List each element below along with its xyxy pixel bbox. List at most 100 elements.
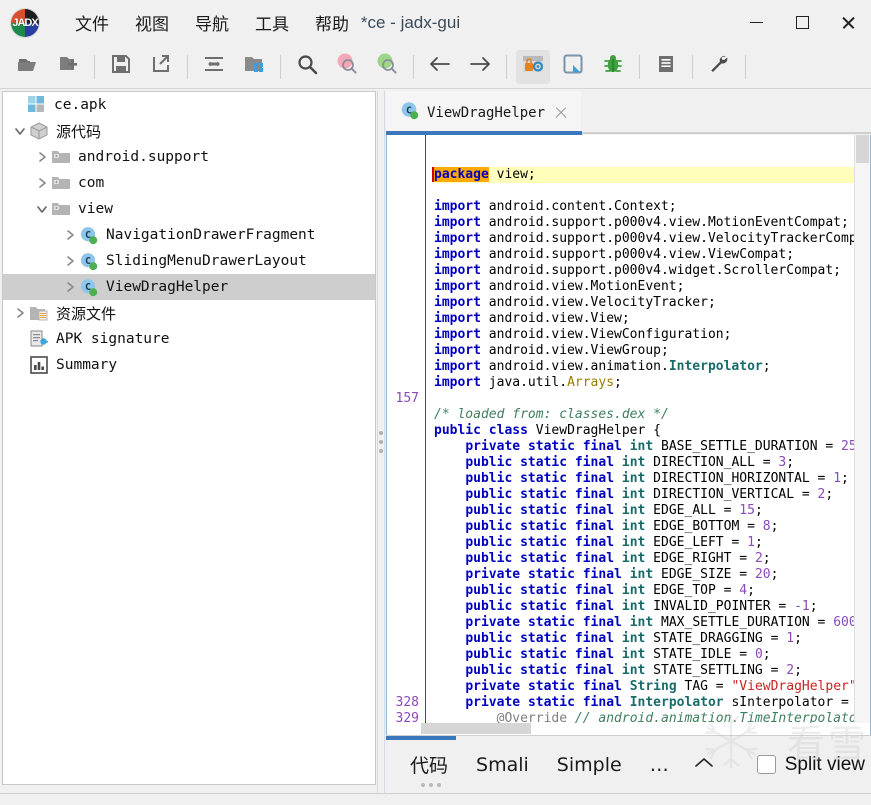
- flat-packages-button[interactable]: [237, 50, 271, 84]
- tree-node-viewdraghelper[interactable]: CViewDragHelper: [3, 274, 375, 300]
- tab-more[interactable]: …: [636, 750, 683, 780]
- open-folder-button[interactable]: [11, 50, 45, 84]
- active-view-indicator: [386, 736, 456, 740]
- menu-view[interactable]: 视图: [122, 6, 182, 39]
- tree-node-label: ViewDragHelper: [106, 279, 228, 295]
- global-search-button[interactable]: [330, 50, 364, 84]
- add-files-button[interactable]: [51, 50, 85, 84]
- flat-packages-icon: [243, 54, 265, 79]
- code-line: public class ViewDragHelper {: [434, 423, 854, 439]
- tab-simple[interactable]: Simple: [543, 750, 636, 780]
- tab-code[interactable]: 代码: [396, 747, 462, 782]
- code-viewer[interactable]: 157328329 package view; import android.c…: [386, 135, 871, 723]
- minimize-icon: [750, 22, 763, 24]
- menu-navigation[interactable]: 导航: [182, 6, 242, 39]
- vertical-scrollbar[interactable]: [854, 135, 870, 723]
- tree-node-view[interactable]: view: [3, 196, 375, 222]
- tree-node-label: android.support: [78, 149, 209, 165]
- tree-node-apk-signature[interactable]: APK signature: [3, 326, 375, 352]
- maximize-button[interactable]: [779, 0, 825, 45]
- tree-node-label: SlidingMenuDrawerLayout: [106, 253, 307, 269]
- code-text[interactable]: package view; import android.content.Con…: [426, 135, 854, 723]
- chevron-down-icon[interactable]: [33, 200, 51, 218]
- find-usage-button[interactable]: [370, 50, 404, 84]
- line-number: [387, 535, 419, 551]
- tree-node-ce.apk[interactable]: ce.apk: [3, 92, 375, 118]
- open-folder-icon: [17, 54, 39, 79]
- line-number: [387, 583, 419, 599]
- resources-icon: [29, 304, 49, 322]
- tree-node--[interactable]: 源代码: [3, 118, 375, 144]
- vertical-scrollbar-thumb[interactable]: [856, 135, 869, 163]
- tree-node-label: NavigationDrawerFragment: [106, 227, 316, 243]
- tree-node-android.support[interactable]: android.support: [3, 144, 375, 170]
- tree-node-com[interactable]: com: [3, 170, 375, 196]
- preferences-button[interactable]: [702, 50, 736, 84]
- horizontal-scrollbar-thumb[interactable]: [421, 723, 531, 734]
- editor-tab-viewdraghelper[interactable]: C ViewDragHelper: [386, 91, 581, 135]
- line-number: [387, 199, 419, 215]
- editor-tab-label: ViewDragHelper: [427, 105, 545, 121]
- forward-button[interactable]: [463, 50, 497, 84]
- debug-button[interactable]: [596, 50, 630, 84]
- line-number: [387, 375, 419, 391]
- code-line: /* loaded from: classes.dex */: [434, 407, 854, 423]
- code-line: public static final int DIRECTION_HORIZO…: [434, 471, 854, 487]
- minimize-button[interactable]: [733, 0, 779, 45]
- editor-view-tabs: 代码 Smali Simple … Split view: [386, 735, 871, 793]
- code-line: public static final int STATE_IDLE = 0;: [434, 647, 854, 663]
- chevron-right-icon[interactable]: [61, 278, 79, 296]
- deobfuscation-button[interactable]: [516, 50, 550, 84]
- menu-help[interactable]: 帮助: [302, 6, 362, 39]
- save-button[interactable]: [104, 50, 138, 84]
- folder-icon: [51, 148, 71, 166]
- line-number: 328: [387, 695, 419, 711]
- chevron-down-icon[interactable]: [11, 122, 29, 140]
- tab-overflow-dots-icon: [421, 783, 441, 787]
- code-line: import android.view.ViewGroup;: [434, 343, 854, 359]
- export-button[interactable]: [144, 50, 178, 84]
- tab-smali[interactable]: Smali: [462, 750, 543, 780]
- collapse-all-button[interactable]: [197, 50, 231, 84]
- tree-node-slidingmenudrawerlayout[interactable]: CSlidingMenuDrawerLayout: [3, 248, 375, 274]
- chevron-right-icon[interactable]: [11, 304, 29, 322]
- code-line: import android.view.MotionEvent;: [434, 279, 854, 295]
- chevron-right-icon[interactable]: [33, 174, 51, 192]
- horizontal-scrollbar[interactable]: [386, 723, 871, 735]
- chevron-right-icon[interactable]: [33, 148, 51, 166]
- tree-node-label: view: [78, 201, 113, 217]
- line-number: [387, 279, 419, 295]
- close-button[interactable]: [825, 0, 871, 45]
- split-view-checkbox[interactable]: [757, 755, 776, 774]
- tree-node--[interactable]: 资源文件: [3, 300, 375, 326]
- line-number: [387, 295, 419, 311]
- folder-icon: [51, 200, 71, 218]
- panel-splitter[interactable]: [376, 91, 386, 793]
- chevron-right-icon[interactable]: [61, 252, 79, 270]
- menu-tools[interactable]: 工具: [242, 6, 302, 39]
- toolbar-separator-5: [506, 55, 507, 79]
- export-icon: [151, 54, 171, 79]
- menu-file[interactable]: 文件: [62, 6, 122, 39]
- logs-button[interactable]: [649, 50, 683, 84]
- quark-button[interactable]: [556, 50, 590, 84]
- search-button[interactable]: [290, 50, 324, 84]
- code-line: [434, 183, 854, 199]
- code-line: package view;: [434, 167, 854, 183]
- chevron-right-icon[interactable]: [61, 226, 79, 244]
- chevron-up-icon[interactable]: [683, 755, 725, 775]
- tree-node-summary[interactable]: Summary: [3, 352, 375, 378]
- split-view-toggle[interactable]: Split view: [757, 754, 871, 776]
- code-line: public static final int INVALID_POINTER …: [434, 599, 854, 615]
- toolbar-separator-6: [639, 55, 640, 79]
- window-controls: [733, 0, 871, 45]
- line-number: [387, 551, 419, 567]
- back-button[interactable]: [423, 50, 457, 84]
- close-icon[interactable]: [553, 105, 569, 121]
- project-tree-panel[interactable]: ce.apk源代码 android.support com view CNavigati…: [2, 91, 376, 785]
- tree-node-navigationdrawerfragment[interactable]: CNavigationDrawerFragment: [3, 222, 375, 248]
- code-line: public static final int EDGE_ALL = 15;: [434, 503, 854, 519]
- tree-node-label: com: [78, 175, 104, 191]
- search-green-icon: [375, 53, 399, 80]
- toolbar-separator-7: [692, 55, 693, 79]
